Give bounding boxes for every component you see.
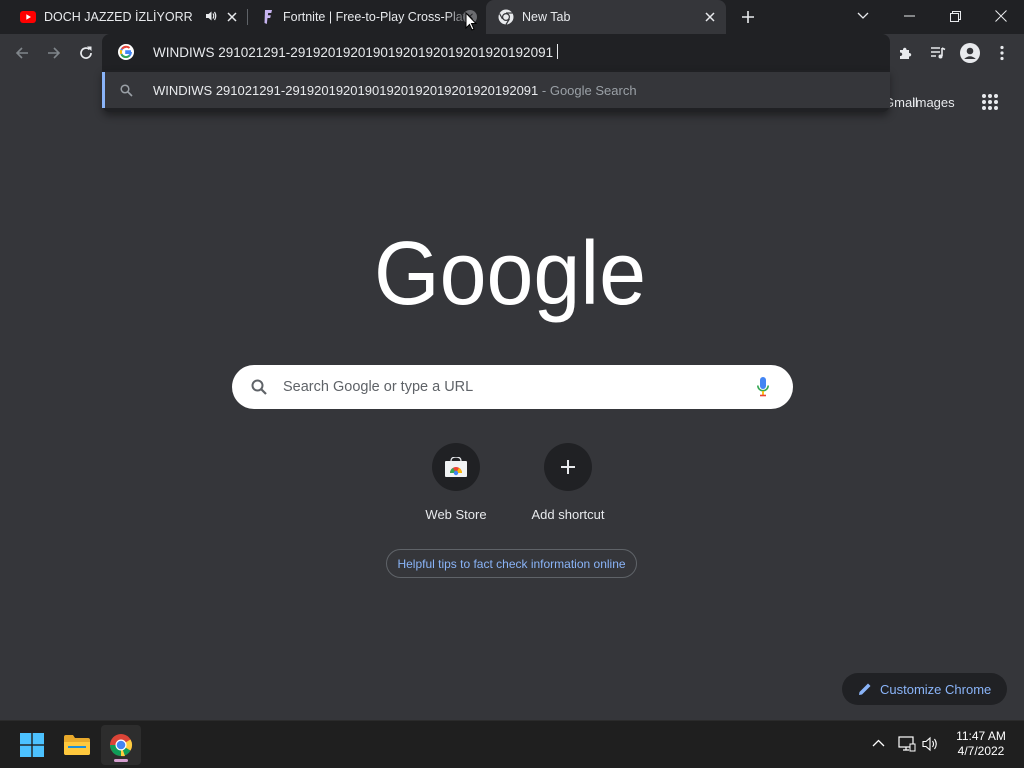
running-indicator <box>114 759 128 762</box>
google-g-icon <box>118 44 134 60</box>
google-logo: Google <box>374 228 646 324</box>
windows-start-icon[interactable] <box>12 725 52 765</box>
speaker-icon[interactable] <box>204 9 218 26</box>
search-input[interactable]: Search Google or type a URL <box>283 379 473 395</box>
chrome-icon <box>498 9 514 25</box>
tab-title: DOCH JAZZED İZLİYORR - PUBG <box>44 10 194 24</box>
taskbar: 11:47 AM 4/7/2022 <box>0 720 1024 768</box>
shortcut-tile <box>432 443 480 491</box>
pencil-icon <box>859 683 871 695</box>
shortcut-web-store[interactable]: Web Store <box>400 443 512 522</box>
youtube-icon <box>20 9 36 25</box>
google-apps-icon[interactable] <box>976 88 1004 116</box>
close-tab-icon[interactable] <box>224 9 240 25</box>
fact-check-tips-link[interactable]: Helpful tips to fact check information o… <box>386 549 637 578</box>
search-icon <box>251 379 267 395</box>
extensions-icon[interactable] <box>892 39 920 67</box>
suggestion-query: WINDIWS 291021291-2919201920190192019201… <box>153 83 539 98</box>
file-explorer-icon[interactable] <box>57 725 97 765</box>
network-icon[interactable] <box>898 736 916 752</box>
tab-strip: DOCH JAZZED İZLİYORR - PUBG Fortnite | F… <box>0 0 1024 34</box>
customize-chrome-button[interactable]: Customize Chrome <box>842 673 1007 705</box>
web-store-icon <box>445 457 467 477</box>
search-box[interactable]: Search Google or type a URL <box>232 365 793 409</box>
address-bar[interactable]: WINDIWS 291021291-2919201920190192019201… <box>102 34 890 70</box>
clock-time: 11:47 AM <box>956 729 1006 743</box>
shortcut-label: Web Store <box>425 507 487 522</box>
chrome-taskbar-icon[interactable] <box>101 725 141 765</box>
clock-date: 4/7/2022 <box>957 744 1005 758</box>
suggestion-suffix: - Google Search <box>538 83 637 98</box>
close-window-button[interactable] <box>978 0 1024 32</box>
close-tab-icon[interactable] <box>702 9 718 25</box>
plus-icon <box>561 460 575 474</box>
volume-icon[interactable] <box>922 736 940 752</box>
media-control-icon[interactable] <box>924 39 952 67</box>
profile-avatar[interactable] <box>956 39 984 67</box>
address-bar-input[interactable]: WINDIWS 291021291-2919201920190192019201… <box>153 44 559 60</box>
shortcut-add[interactable]: Add shortcut <box>512 443 624 522</box>
tab-fortnite[interactable]: Fortnite | Free-to-Play Cross-Platform ✕ <box>250 0 486 34</box>
customize-label: Customize Chrome <box>880 681 992 697</box>
svg-text:Google: Google <box>374 228 646 324</box>
images-link[interactable]: Images <box>912 95 955 110</box>
omnibox-dropdown: WINDIWS 291021291-2919201920190192019201… <box>102 70 890 112</box>
tab-separator <box>247 9 248 25</box>
shortcut-label: Add shortcut <box>531 507 605 522</box>
restore-button[interactable] <box>932 0 978 32</box>
back-button[interactable] <box>8 39 36 67</box>
search-icon <box>120 84 133 97</box>
shortcut-tile <box>544 443 592 491</box>
tab-search-button[interactable] <box>840 0 886 32</box>
new-tab-button[interactable] <box>736 5 760 29</box>
tab-youtube[interactable]: DOCH JAZZED İZLİYORR - PUBG <box>8 0 246 34</box>
chevron-up-icon[interactable] <box>872 739 885 747</box>
omnibox-suggestion[interactable]: WINDIWS 291021291-2919201920190192019201… <box>102 72 890 108</box>
minimize-button[interactable] <box>886 0 932 32</box>
system-clock[interactable]: 11:47 AM 4/7/2022 <box>950 729 1012 759</box>
reload-button[interactable] <box>72 39 100 67</box>
tab-new-tab[interactable]: New Tab <box>486 0 726 34</box>
tab-title: New Tab <box>522 10 571 24</box>
tab-title: Fortnite | Free-to-Play Cross-Platform <box>283 10 473 24</box>
forward-button[interactable] <box>40 39 68 67</box>
mouse-cursor-icon <box>465 12 477 31</box>
microphone-icon[interactable] <box>757 377 769 397</box>
fortnite-icon <box>260 9 276 25</box>
menu-kebab-icon[interactable] <box>988 39 1016 67</box>
